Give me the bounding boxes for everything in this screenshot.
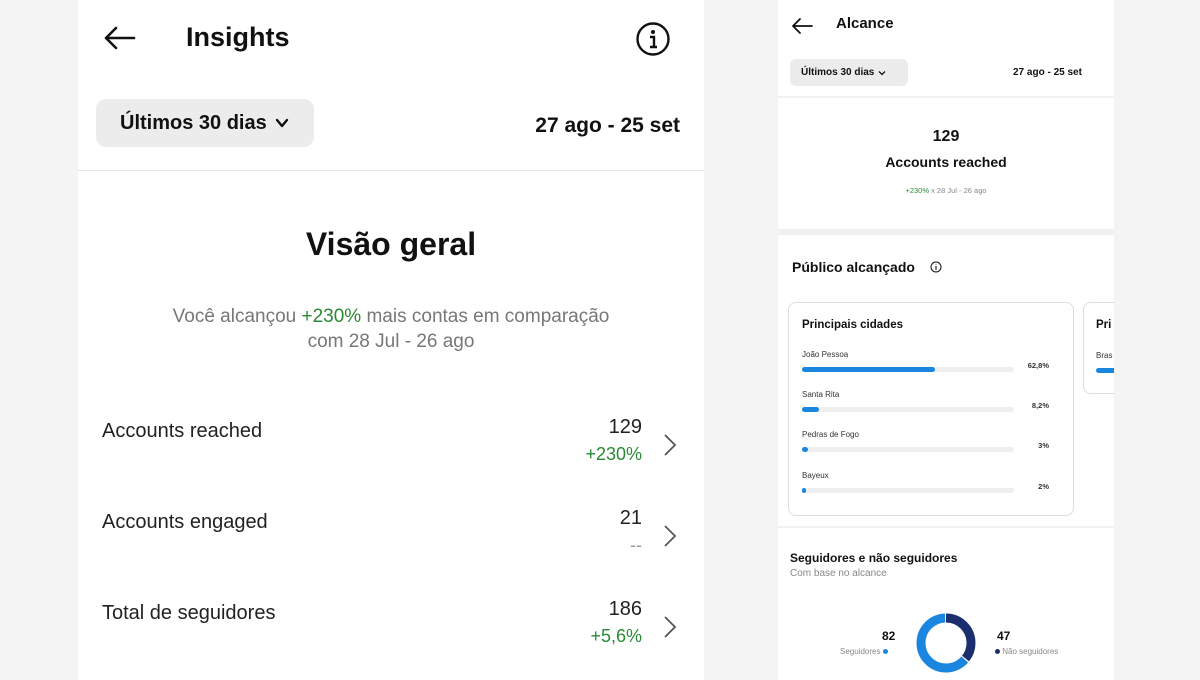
chevron-right-icon <box>664 616 677 638</box>
city-progress-fill <box>802 407 819 412</box>
chevron-down-icon <box>878 70 886 75</box>
city-progress-fill <box>802 488 806 493</box>
chevron-down-icon <box>275 118 288 128</box>
second-audience-card[interactable]: Pri Bras <box>1083 302 1114 394</box>
overview-summary: Você alcançou +230% mais contas em compa… <box>118 304 664 354</box>
chevron-right-icon <box>664 525 677 547</box>
city-name: Pedras de Fogo <box>802 430 859 439</box>
followers-count: 82 <box>882 629 896 643</box>
section-divider <box>778 229 1114 235</box>
divider <box>78 170 704 171</box>
city-percentage: 8,2% <box>1031 401 1049 410</box>
progress-bar <box>1096 368 1114 373</box>
city-name: João Pessoa <box>802 350 849 359</box>
metric-delta: +230% <box>585 444 642 464</box>
followers-donut-chart <box>916 613 976 673</box>
date-range-dropdown[interactable]: Últimos 30 dias <box>96 99 314 147</box>
reach-panel: Alcance Últimos 30 dias 27 ago - 25 set … <box>778 0 1114 680</box>
metric-value: 21 <box>619 507 642 529</box>
reach-title: Alcance <box>836 15 894 32</box>
city-row: Pedras de Fogo 3% <box>802 430 1062 470</box>
accounts-reached-value: 129 <box>932 128 960 145</box>
metric-value: 129 <box>608 416 642 438</box>
date-range-dropdown[interactable]: Últimos 30 dias <box>790 59 908 86</box>
city-progress-track <box>802 488 1014 493</box>
city-row: Bayeux 2% <box>802 471 1062 511</box>
followers-dot <box>882 649 888 655</box>
metric-value: 186 <box>608 598 642 620</box>
reach-delta: +230% <box>905 186 929 195</box>
top-cities-card[interactable]: Principais cidades João Pessoa 62,8% Santa… <box>788 302 1074 516</box>
date-range-text: 27 ago - 25 set <box>1013 67 1082 78</box>
overview-title: Visão geral <box>305 226 477 262</box>
insights-header: Insights <box>78 0 704 80</box>
metric-label: Total de seguidores <box>102 602 276 624</box>
metric-label: Accounts reached <box>102 420 263 442</box>
metric-row-accounts-engaged[interactable]: Accounts engaged 21 -- <box>78 497 704 571</box>
date-range-text: 27 ago - 25 set <box>535 114 680 137</box>
followers-section-subtitle: Com base no alcance <box>790 568 887 579</box>
non-followers-dot <box>995 649 1000 655</box>
non-followers-label: Não seguidores <box>1002 647 1059 656</box>
insights-panel: Insights Últimos 30 dias 27 ago - 25 set… <box>78 0 704 680</box>
followers-legend: Seguidores <box>840 647 888 656</box>
section-divider <box>778 526 1114 528</box>
followers-label: Seguidores <box>840 647 881 656</box>
city-progress-track <box>802 367 1014 372</box>
card-title: Pri <box>1096 319 1112 331</box>
accounts-reached-label: Accounts reached <box>885 154 1007 170</box>
non-followers-count: 47 <box>997 629 1011 643</box>
date-range-dropdown-label: Últimos 30 dias <box>801 67 875 78</box>
audience-title: Público alcançado <box>792 259 915 275</box>
reach-compare-period: x 28 Jul - 26 ago <box>929 186 987 195</box>
back-arrow-icon[interactable] <box>790 16 814 36</box>
chevron-right-icon <box>664 434 677 456</box>
metric-row-total-followers[interactable]: Total de seguidores 186 +5,6% <box>78 588 704 662</box>
metric-delta: -- <box>630 535 642 555</box>
back-arrow-icon[interactable] <box>100 18 140 58</box>
followers-section-title: Seguidores e não seguidores <box>790 551 958 565</box>
city-percentage: 3% <box>1038 441 1049 450</box>
list-item: Bras <box>1096 351 1113 360</box>
non-followers-legend: Não seguidores <box>995 647 1058 656</box>
city-progress-track <box>802 447 1014 452</box>
metric-delta: +5,6% <box>590 626 642 646</box>
city-name: Santa Rita <box>802 390 840 399</box>
summary-highlight: +230% <box>301 306 362 327</box>
city-progress-track <box>802 407 1014 412</box>
city-progress-fill <box>802 447 808 452</box>
metric-row-accounts-reached[interactable]: Accounts reached 129 +230% <box>78 406 704 480</box>
city-progress-fill <box>802 367 935 372</box>
summary-text-line2: com 28 Jul - 26 ago <box>307 331 475 352</box>
info-icon[interactable] <box>930 261 942 273</box>
city-row: João Pessoa 62,8% <box>802 350 1062 390</box>
info-icon[interactable] <box>635 21 671 57</box>
page-title: Insights <box>186 22 290 52</box>
metric-label: Accounts engaged <box>102 511 268 533</box>
city-name: Bayeux <box>802 471 829 480</box>
summary-text-after: mais contas em comparação <box>361 306 610 327</box>
summary-text-before: Você alcançou <box>172 306 302 327</box>
city-row: Santa Rita 8,2% <box>802 390 1062 430</box>
reach-comparison: +230% x 28 Jul - 26 ago <box>778 186 1114 195</box>
section-divider <box>778 96 1114 98</box>
card-title: Principais cidades <box>802 319 903 331</box>
date-range-dropdown-label: Últimos 30 dias <box>120 111 267 134</box>
city-percentage: 62,8% <box>1027 361 1049 370</box>
city-percentage: 2% <box>1038 482 1049 491</box>
